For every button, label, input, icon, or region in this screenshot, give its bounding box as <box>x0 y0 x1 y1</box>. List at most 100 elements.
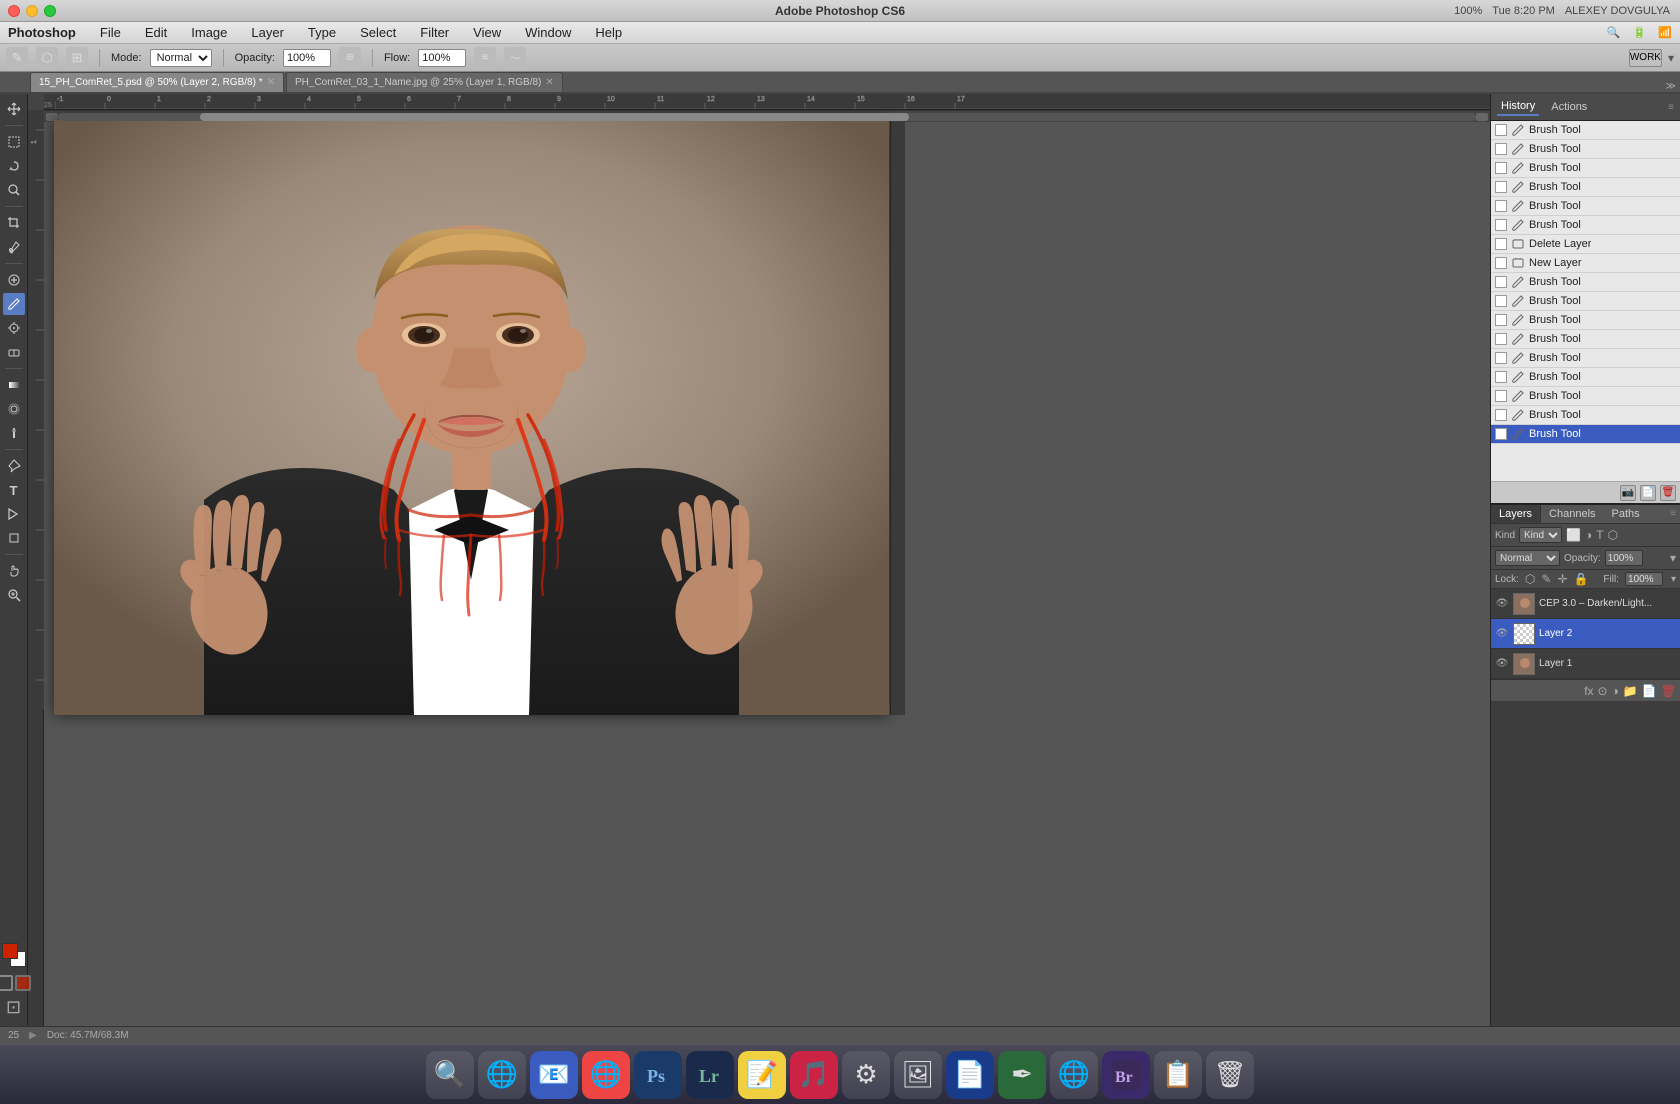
history-item-3[interactable]: Brush Tool <box>1491 178 1680 197</box>
new-document-from-state-icon[interactable]: 📄 <box>1640 485 1656 501</box>
workspace-button[interactable]: WORK <box>1629 49 1662 67</box>
tool-eyedropper[interactable] <box>3 236 25 258</box>
dock-bridge[interactable]: Br <box>1102 1051 1150 1099</box>
history-item-10[interactable]: Brush Tool <box>1491 311 1680 330</box>
add-group-icon[interactable]: 📁 <box>1623 684 1638 698</box>
tool-marquee[interactable] <box>3 131 25 153</box>
paths-tab[interactable]: Paths <box>1604 505 1648 523</box>
tool-blur[interactable] <box>3 398 25 420</box>
tabs-overflow-icon[interactable]: ≫ <box>1666 81 1676 92</box>
menu-help[interactable]: Help <box>591 25 626 40</box>
history-checkbox-14[interactable] <box>1495 390 1507 402</box>
dock-pen[interactable]: ✒ <box>998 1051 1046 1099</box>
layers-panel-options[interactable]: ≡ <box>1666 505 1680 523</box>
menu-filter[interactable]: Filter <box>416 25 453 40</box>
history-checkbox-1[interactable] <box>1495 143 1507 155</box>
tab-0-close[interactable]: ✕ <box>267 77 275 88</box>
workspace-menu-icon[interactable]: ▾ <box>1668 51 1674 65</box>
history-checkbox-5[interactable] <box>1495 219 1507 231</box>
dock-browser[interactable]: 🌐 <box>582 1051 630 1099</box>
tool-clone[interactable] <box>3 317 25 339</box>
hscroll-thumb[interactable] <box>200 113 909 121</box>
history-item-4[interactable]: Brush Tool <box>1491 197 1680 216</box>
tool-healing[interactable] <box>3 269 25 291</box>
menu-file[interactable]: File <box>96 25 125 40</box>
menu-edit[interactable]: Edit <box>141 25 171 40</box>
delete-layer-icon[interactable]: 🗑 <box>1661 684 1676 698</box>
quick-mask-icon[interactable] <box>15 975 31 991</box>
dock-lightroom[interactable]: Lr <box>686 1051 734 1099</box>
history-checkbox-15[interactable] <box>1495 409 1507 421</box>
menu-window[interactable]: Window <box>521 25 575 40</box>
history-item-5[interactable]: Brush Tool <box>1491 216 1680 235</box>
fx-icon[interactable]: fx <box>1584 684 1593 698</box>
history-tab[interactable]: History <box>1497 98 1539 116</box>
dock-trash[interactable]: 🗑 <box>1206 1051 1254 1099</box>
smoothing-icon[interactable]: 〜 <box>504 47 526 69</box>
hscroll-track[interactable] <box>58 113 1476 121</box>
dock-safari[interactable]: 🌐 <box>478 1051 526 1099</box>
dock-itunes[interactable]: 🎵 <box>790 1051 838 1099</box>
tool-move[interactable] <box>3 98 25 120</box>
history-checkbox-0[interactable] <box>1495 124 1507 136</box>
canvas-wrap[interactable] <box>44 110 1490 1026</box>
filter-adj-icon[interactable]: ◑ <box>1585 528 1592 542</box>
channels-tab[interactable]: Channels <box>1541 505 1603 523</box>
history-item-6[interactable]: Delete Layer <box>1491 235 1680 254</box>
menu-view[interactable]: View <box>469 25 505 40</box>
tool-quick-select[interactable] <box>3 179 25 201</box>
history-checkbox-2[interactable] <box>1495 162 1507 174</box>
tool-shape[interactable] <box>3 527 25 549</box>
maximize-button[interactable] <box>44 5 56 17</box>
tab-1-close[interactable]: ✕ <box>545 77 553 88</box>
tool-gradient[interactable] <box>3 374 25 396</box>
dock-system-prefs[interactable]: ⚙ <box>842 1051 890 1099</box>
tool-text[interactable]: T <box>3 479 25 501</box>
dock-photoshop[interactable]: Ps <box>634 1051 682 1099</box>
filter-pixel-icon[interactable]: ⬜ <box>1566 528 1581 542</box>
tool-eraser[interactable] <box>3 341 25 363</box>
tool-dodge[interactable] <box>3 422 25 444</box>
dock-stickies[interactable]: 📝 <box>738 1051 786 1099</box>
layer-eye-0[interactable]: 👁 <box>1495 598 1509 609</box>
traffic-lights[interactable] <box>8 5 56 17</box>
new-layer-icon[interactable]: 📄 <box>1642 684 1657 698</box>
menu-select[interactable]: Select <box>356 25 400 40</box>
layers-tab[interactable]: Layers <box>1491 505 1541 523</box>
foreground-color-swatch[interactable] <box>2 943 18 959</box>
menu-image[interactable]: Image <box>187 25 231 40</box>
history-item-13[interactable]: Brush Tool <box>1491 368 1680 387</box>
layer-eye-1[interactable]: 👁 <box>1495 628 1509 639</box>
opacity-pressure-icon[interactable]: ⊕ <box>339 47 361 69</box>
history-checkbox-16[interactable] <box>1495 428 1507 440</box>
opacity-down-arrow[interactable]: ▾ <box>1670 551 1676 565</box>
brush-settings-icon[interactable]: ⊞ <box>66 47 88 69</box>
history-checkbox-6[interactable] <box>1495 238 1507 250</box>
standard-mode-icon[interactable] <box>0 975 13 991</box>
lock-pixels-icon[interactable]: ✎ <box>1541 572 1551 586</box>
lock-transparent-icon[interactable]: ⬡ <box>1525 572 1535 586</box>
layer-item-1[interactable]: 👁Layer 2 <box>1491 619 1680 649</box>
brush-preset-icon[interactable]: ⬡ <box>36 47 58 69</box>
layer-item-0[interactable]: 👁 CEP 3.0 – Darken/Light... <box>1491 589 1680 619</box>
blend-mode-select[interactable]: Normal <box>1495 550 1560 566</box>
snapshot-icon[interactable]: 📷 <box>1620 485 1636 501</box>
nav-arrow[interactable]: ▶ <box>29 1030 37 1041</box>
history-checkbox-7[interactable] <box>1495 257 1507 269</box>
tab-1[interactable]: PH_ComRet_03_1_Name.jpg @ 25% (Layer 1, … <box>286 72 563 92</box>
history-list[interactable]: Brush ToolBrush ToolBrush ToolBrush Tool… <box>1491 121 1680 481</box>
history-item-9[interactable]: Brush Tool <box>1491 292 1680 311</box>
delete-state-icon[interactable]: 🗑 <box>1660 485 1676 501</box>
tool-hand[interactable] <box>3 560 25 582</box>
history-panel-options[interactable]: ≡ <box>1668 102 1674 113</box>
history-item-14[interactable]: Brush Tool <box>1491 387 1680 406</box>
layers-filter-select[interactable]: Kind <box>1519 527 1562 543</box>
history-checkbox-12[interactable] <box>1495 352 1507 364</box>
photo-canvas[interactable] <box>54 120 889 715</box>
history-checkbox-13[interactable] <box>1495 371 1507 383</box>
history-checkbox-8[interactable] <box>1495 276 1507 288</box>
filter-type-icon[interactable]: T <box>1596 528 1603 542</box>
history-checkbox-10[interactable] <box>1495 314 1507 326</box>
flow-input[interactable]: 100% <box>418 49 466 67</box>
dock-finder[interactable]: 🔍 <box>426 1051 474 1099</box>
